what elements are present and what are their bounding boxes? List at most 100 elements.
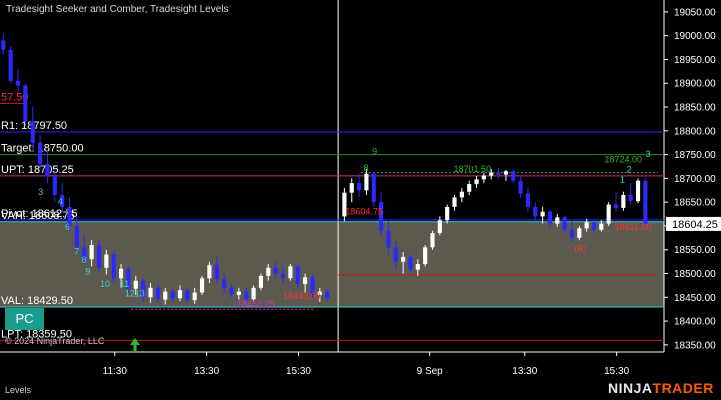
candle-body xyxy=(533,206,538,217)
candle-body xyxy=(357,183,362,191)
candle-body xyxy=(459,191,464,198)
candle-body xyxy=(423,247,428,264)
candle-body xyxy=(30,121,35,143)
candle-body xyxy=(118,268,124,279)
seeker-count: 4 xyxy=(58,197,63,207)
candle-body xyxy=(401,256,406,262)
seeker-count: 9 xyxy=(85,266,90,276)
candle-body xyxy=(415,264,420,270)
candle-body xyxy=(207,264,212,279)
candle-body xyxy=(8,49,13,81)
level-label: Target: 18750.00 xyxy=(1,143,84,155)
candle-body xyxy=(38,142,43,165)
candle-body xyxy=(222,279,227,288)
time-axis[interactable]: 11:30 13:30 15:30 9 Sep 13:30 15:30 xyxy=(0,351,664,377)
price-annotation: 18451.25 xyxy=(237,299,275,309)
seeker-count: 9 xyxy=(372,147,377,157)
price-tick-label: 18550.00 xyxy=(674,245,716,256)
level-label: VAL: 18429.50 xyxy=(1,295,73,307)
candle-body xyxy=(525,193,530,207)
candle-body xyxy=(258,275,264,288)
candle-body xyxy=(303,277,308,284)
candle-body xyxy=(621,195,626,208)
candle-body xyxy=(643,180,648,225)
candle-body xyxy=(214,264,219,280)
chart-title: Tradesight Seeker and Comber, Tradesight… xyxy=(6,4,229,15)
candle-body xyxy=(481,175,486,180)
candle-body xyxy=(599,223,604,230)
candle-body xyxy=(628,195,633,202)
seeker-count: 10 xyxy=(100,279,110,289)
candle-body xyxy=(547,211,553,224)
price-annotation: (R) xyxy=(574,244,587,254)
candle-body xyxy=(496,172,501,175)
seeker-count: 8 xyxy=(81,255,86,265)
price-annotation: 18701.50 xyxy=(454,164,492,174)
candle-body xyxy=(192,292,197,301)
candle-body xyxy=(408,256,413,270)
time-tick-label: 15:30 xyxy=(286,366,311,377)
price-tick-label: 18700.00 xyxy=(674,174,716,185)
time-tick-label: 13:30 xyxy=(512,366,537,377)
seeker-count: 7 xyxy=(74,246,79,256)
candle-body xyxy=(445,206,450,221)
price-tick-label: 18500.00 xyxy=(674,269,716,280)
candle-body xyxy=(613,204,619,208)
level-label: UPT: 18705.25 xyxy=(1,164,74,176)
candle-body xyxy=(569,229,575,238)
candle-body xyxy=(23,85,28,122)
level-label: VAH: 18608.75 xyxy=(1,210,75,222)
price-chart[interactable]: 57.50R1: 18797.50Target: 18750.00UPT: 18… xyxy=(0,0,721,400)
candle-body xyxy=(266,267,271,276)
seeker-count: 3 xyxy=(646,149,651,159)
candle-body xyxy=(104,254,109,268)
candle-body xyxy=(96,244,102,268)
time-tick-label: 11:30 xyxy=(103,366,128,377)
candle-body xyxy=(584,222,589,229)
pc-badge[interactable]: PC xyxy=(5,308,44,330)
last-price-label: 18604.25 xyxy=(672,219,718,231)
seeker-count: 2 xyxy=(627,165,632,175)
price-tick-label: 19050.00 xyxy=(674,7,716,18)
price-tick-label: 18800.00 xyxy=(674,126,716,137)
candle-body xyxy=(555,217,560,224)
candle-body xyxy=(503,171,508,175)
candle-body xyxy=(349,183,354,193)
candle-body xyxy=(364,173,369,191)
seeker-count: 11 xyxy=(120,279,129,289)
candle-body xyxy=(452,197,457,207)
candle-body xyxy=(511,171,516,181)
candle-body xyxy=(251,287,256,300)
price-annotation: 18604.75 xyxy=(345,207,383,217)
price-tick-label: 18450.00 xyxy=(674,293,716,304)
candle-body xyxy=(393,247,398,262)
candle-body xyxy=(577,228,582,238)
price-tick-label: 18650.00 xyxy=(674,198,716,209)
seeker-count: 3 xyxy=(38,187,43,197)
price-tick-label: 18400.00 xyxy=(674,317,716,328)
candle-body xyxy=(635,180,641,202)
candle-body xyxy=(52,176,57,196)
candle-body xyxy=(562,217,567,230)
candle-body xyxy=(437,220,442,234)
time-tick-label: 13:30 xyxy=(194,366,219,377)
levels-tab[interactable]: Levels xyxy=(5,385,31,395)
time-tick-label: 15:30 xyxy=(604,366,629,377)
candle-body xyxy=(325,291,330,299)
brand-prefix: NINJA xyxy=(608,380,653,396)
price-annotation: 18611.00 xyxy=(615,222,652,232)
candle-body xyxy=(199,278,205,293)
seeker-count: 6 xyxy=(65,222,70,232)
candle-body xyxy=(15,80,21,86)
price-tick-label: 18350.00 xyxy=(674,340,716,351)
seeker-count: 12 xyxy=(125,288,135,298)
candle-body xyxy=(111,254,116,279)
price-annotation: 18443.00 xyxy=(283,291,321,301)
seeker-count: 1 xyxy=(620,175,625,185)
price-tick-label: 18950.00 xyxy=(674,55,716,66)
candle-body xyxy=(229,287,234,295)
candle-body xyxy=(1,40,6,50)
price-axis[interactable]: 18350.00 18400.00 18450.00 18500.00 18550.00… xyxy=(664,7,721,351)
time-tick-label: 9 Sep xyxy=(417,366,444,377)
candle-body xyxy=(606,204,611,224)
